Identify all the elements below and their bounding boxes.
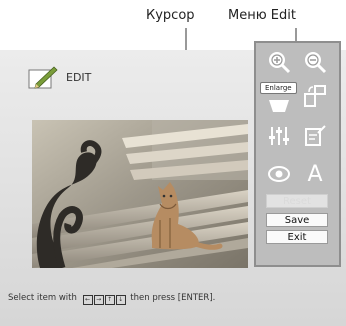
edit-title: EDIT [66, 71, 92, 84]
svg-text:A: A [307, 162, 322, 184]
exit-button[interactable]: Exit [266, 230, 328, 244]
zoom-out-icon[interactable] [302, 49, 328, 75]
text-icon[interactable]: A [302, 159, 328, 185]
edit-menu-panel: Enlarge A Reset Save Exit [254, 41, 341, 267]
instruction-prefix: Select item with [8, 293, 77, 303]
cat-on-bench-image [32, 120, 248, 268]
edit-header: EDIT [28, 64, 118, 92]
zoom-in-icon[interactable] [266, 49, 292, 75]
instruction-suffix: then press [ENTER]. [130, 293, 216, 303]
reset-button[interactable]: Reset [266, 194, 328, 208]
left-arrow-key-icon: ← [82, 295, 93, 305]
down-arrow-key-icon: ↓ [115, 295, 126, 305]
pencil-icon [28, 66, 58, 89]
save-button[interactable]: Save [266, 213, 328, 227]
move-icon[interactable] [266, 93, 292, 119]
photo-preview [32, 120, 248, 268]
up-arrow-key-icon: ↑ [104, 295, 115, 305]
filter-icon[interactable] [302, 123, 328, 149]
red-eye-icon[interactable] [266, 161, 292, 187]
rotate-icon[interactable] [302, 83, 328, 109]
right-arrow-key-icon: → [93, 295, 104, 305]
adjust-icon[interactable] [266, 123, 292, 149]
instruction-text: Select item with ← → ↑ ↓ then press [ENTER]… [8, 293, 215, 305]
arrow-keys: ← → ↑ ↓ [82, 293, 126, 305]
